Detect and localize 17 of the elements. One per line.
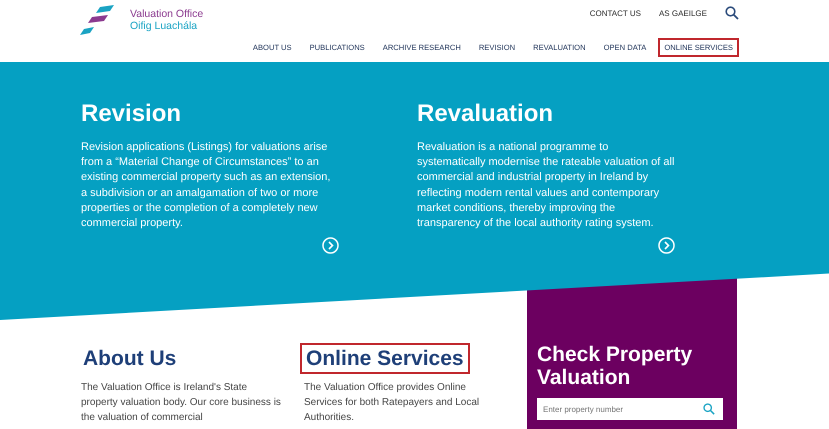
panel-heading: Check Property Valuation — [537, 343, 694, 389]
arrow-circle-icon[interactable] — [658, 237, 675, 254]
section-heading: Online Services — [300, 343, 470, 374]
card-heading: Revision — [81, 100, 182, 128]
section-text: The Valuation Office is Ireland's State property valuation body. Our core business is the valuation of commercial — [81, 381, 282, 425]
section-heading: About Us — [82, 346, 178, 372]
arrow-circle-icon[interactable] — [322, 237, 339, 254]
section-text: The Valuation Office provides Online Services for both Ratepayers and Local Authorities. — [304, 381, 480, 425]
logo-text: Valuation Office — [130, 8, 204, 20]
search-field[interactable]: Enter property number — [537, 398, 723, 420]
top-link[interactable]: AS GAEILGE — [658, 8, 707, 18]
top-link[interactable]: CONTACT US — [590, 8, 641, 18]
logo-subtitle: Oifig Luachála — [130, 20, 198, 32]
card-text: Revaluation is a national programme to systematically modernise the rateable valuation of all commercial and industrial property in Ireland by reflecting modern rental values and contemporary market conditions, thereby improving the transparency of the local authority rating system. — [417, 140, 675, 232]
card-text: Revision applications (Listings) for valuations arise from a “Material Change of Circumstances” to an existing commercial property such as an extension, a subdivision or an amalgamation of two or more properties or the completion of a completely new commercial property. — [81, 140, 332, 232]
search-icon[interactable] — [725, 6, 739, 20]
card-heading: Revaluation — [417, 100, 554, 128]
